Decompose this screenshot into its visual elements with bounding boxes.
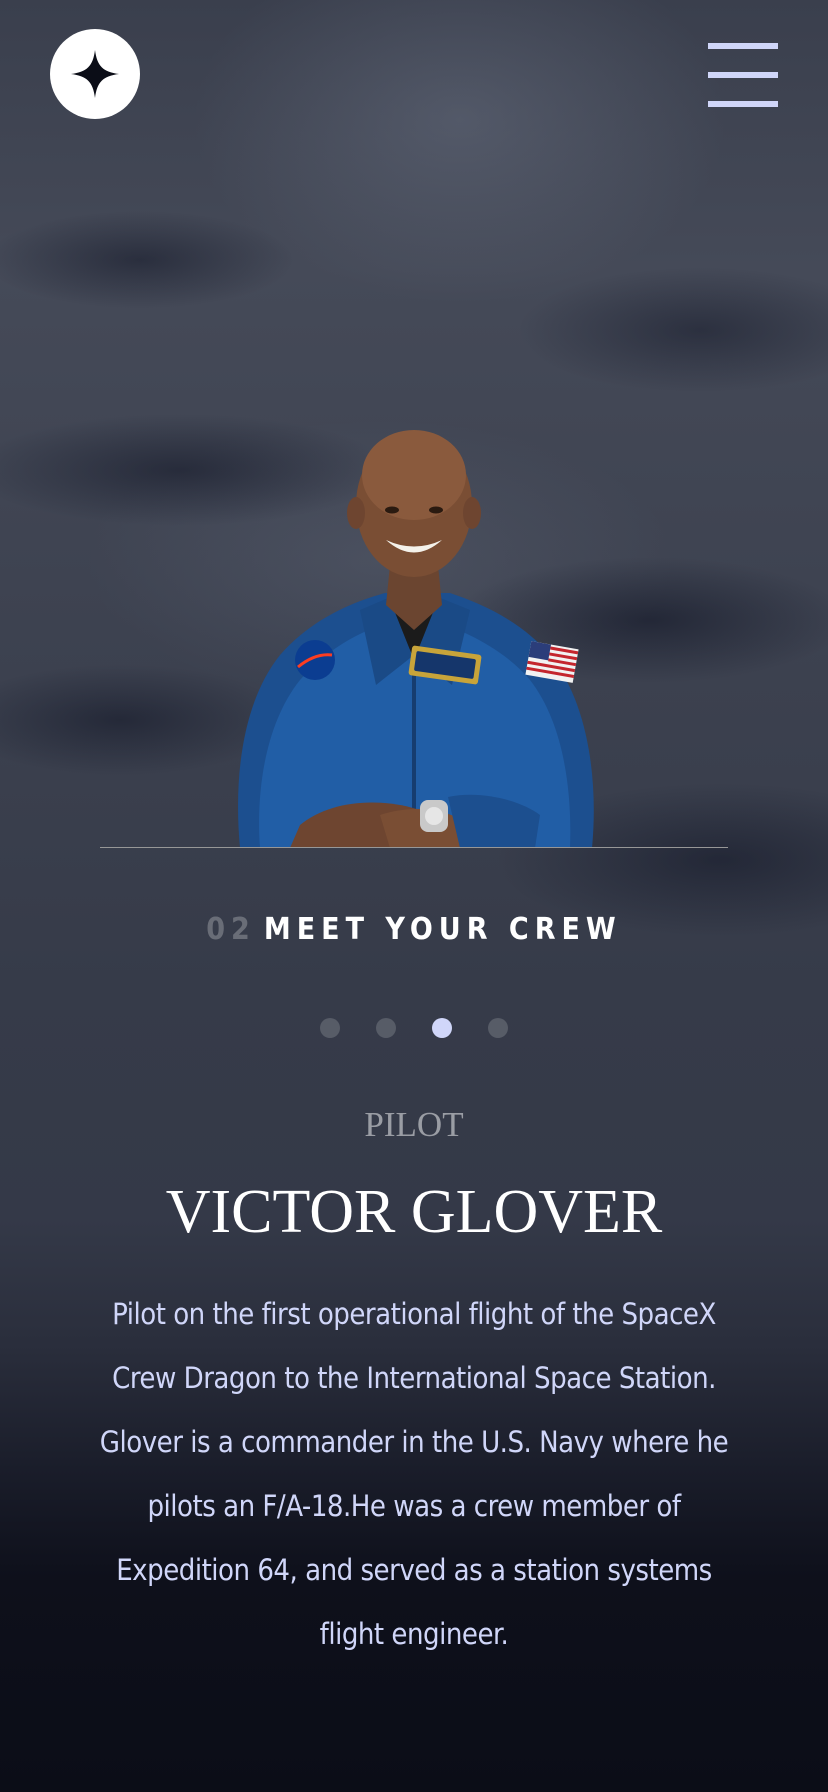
hamburger-menu-icon[interactable]: [708, 43, 778, 107]
logo-icon[interactable]: [50, 29, 140, 119]
carousel-dot-1[interactable]: [320, 1018, 340, 1038]
carousel-dot-3[interactable]: [432, 1018, 452, 1038]
star-icon: [71, 50, 119, 98]
page-heading-title: MEET YOUR CREW: [263, 912, 622, 947]
crew-role: PILOT: [364, 1105, 464, 1144]
crew-portrait-image: [238, 430, 594, 848]
hamburger-line: [708, 72, 778, 78]
carousel-dot-2[interactable]: [376, 1018, 396, 1038]
carousel-dot-4[interactable]: [488, 1018, 508, 1038]
portrait-divider: [100, 847, 728, 848]
crew-carousel-dots: [0, 1018, 828, 1038]
hamburger-line: [708, 43, 778, 49]
page-heading: 02 MEET YOUR CREW: [0, 906, 828, 954]
page-heading-number: 02: [206, 912, 256, 947]
crew-bio: Pilot on the first operational flight of…: [99, 1297, 729, 1651]
hamburger-line: [708, 101, 778, 107]
crew-name: VICTOR GLOVER: [165, 1178, 663, 1246]
